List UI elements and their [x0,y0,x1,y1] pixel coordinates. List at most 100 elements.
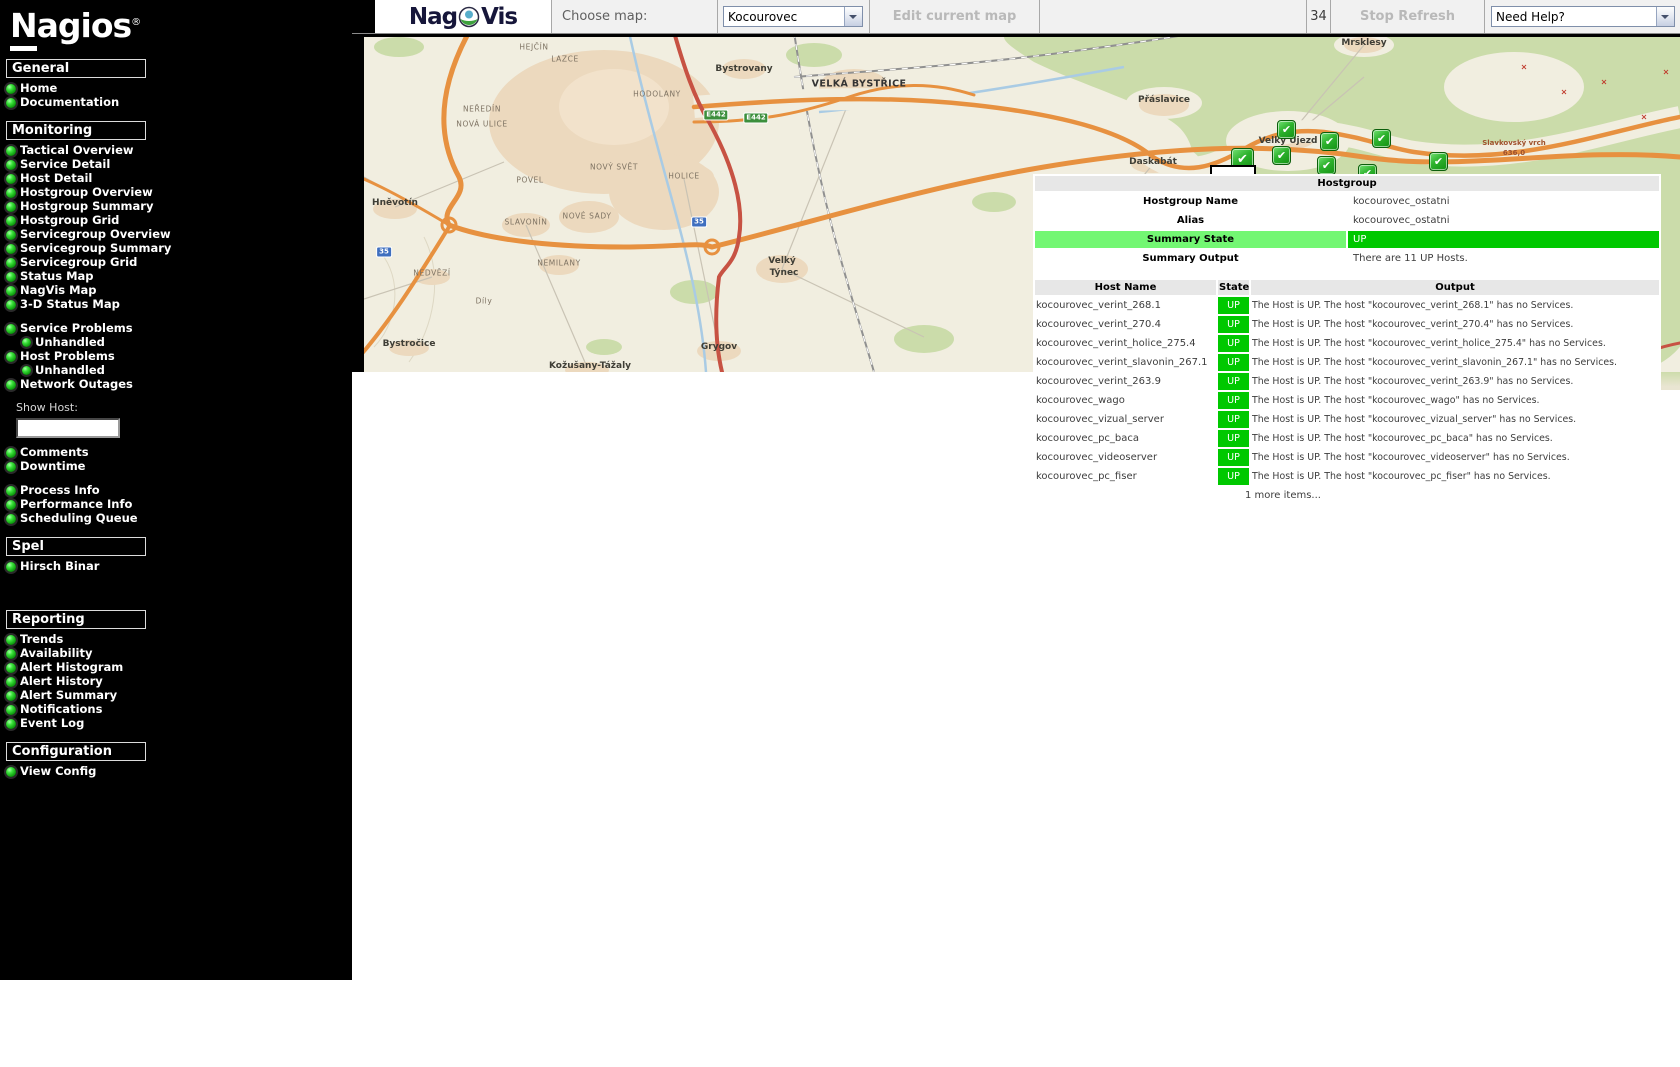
sidebar-item-alert-summary[interactable]: Alert Summary [6,689,352,702]
sidebar-item-label: 3-D Status Map [20,298,120,311]
sidebar-item-servicegroup-overview[interactable]: Servicegroup Overview [6,228,352,241]
header-black-gap [352,0,375,33]
show-host-input[interactable] [16,418,120,438]
nagvis-globe-icon [458,6,480,28]
sidebar-item-label: Process Info [20,484,100,497]
nagios-logo-text: agios [37,6,132,45]
sidebar-item-label: Notifications [20,703,102,716]
host-status-up-icon[interactable]: ✔ [1277,120,1296,139]
host-output-cell: The Host is UP. The host "kocourovec_viz… [1251,411,1659,428]
sidebar-item-label: Servicegroup Overview [20,228,171,241]
green-led-icon [6,230,16,240]
sidebar-item-hostgroup-grid[interactable]: Hostgroup Grid [6,214,352,227]
sidebar-item-availability[interactable]: Availability [6,647,352,660]
sidebar-item-comments[interactable]: Comments [6,446,352,459]
green-led-icon [6,767,16,777]
edit-current-map-button[interactable]: Edit current map [870,0,1040,33]
sidebar-item-alert-history[interactable]: Alert History [6,675,352,688]
sidebar-item-nagvis-map[interactable]: NagVis Map [6,284,352,297]
host-status-up-icon[interactable]: ✔ [1317,156,1336,175]
sidebar-item-hostgroup-summary[interactable]: Hostgroup Summary [6,200,352,213]
green-led-icon [6,272,16,282]
hostgroup-hover-popup: Hostgroup Hostgroup Name kocourovec_osta… [1033,174,1661,510]
nagvis-logo[interactable]: Nag Vis [409,4,517,30]
need-help-value: Need Help? [1492,7,1656,26]
sidebar-item-label: NagVis Map [20,284,97,297]
host-name-header: Host Name [1035,280,1216,295]
green-led-icon [6,635,16,645]
sidebar-item-hirsch-binar[interactable]: Hirsch Binar [6,560,352,573]
green-led-icon [6,244,16,254]
sidebar-item-event-log[interactable]: Event Log [6,717,352,730]
road-shield: E442 [743,113,768,124]
host-status-up-icon[interactable]: ✔ [1429,152,1448,171]
need-help-select[interactable]: Need Help? [1491,6,1675,27]
sidebar-gap [0,312,352,321]
sidebar-item-3-d-status-map[interactable]: 3-D Status Map [6,298,352,311]
sidebar-item-service-detail[interactable]: Service Detail [6,158,352,171]
host-state-cell: UP [1218,392,1249,409]
map-select[interactable]: Kocourovec [723,6,863,27]
host-name-cell: kocourovec_verint_263.9 [1035,373,1216,390]
sidebar-item-process-info[interactable]: Process Info [6,484,352,497]
registered-mark: ® [131,17,140,28]
sidebar-item-view-config[interactable]: View Config [6,765,352,778]
sidebar-item-unhandled[interactable]: Unhandled [22,336,352,349]
nagios-logo[interactable]: Nagios® [0,0,352,47]
dropdown-arrow-icon[interactable] [844,7,862,26]
sidebar-item-label: Home [20,82,57,95]
green-led-icon [6,160,16,170]
green-led-icon [6,84,16,94]
sidebar-item-label: View Config [20,765,96,778]
sidebar-item-alert-histogram[interactable]: Alert Histogram [6,661,352,674]
sidebar-item-label: Hostgroup Summary [20,200,153,213]
sidebar-item-label: Event Log [20,717,84,730]
choose-map-label: Choose map: [552,0,718,33]
green-led-icon [6,216,16,226]
host-state-cell: UP [1218,468,1249,485]
sidebar-item-host-detail[interactable]: Host Detail [6,172,352,185]
popup-title: Hostgroup [1035,176,1659,191]
sidebar-item-unhandled[interactable]: Unhandled [22,364,352,377]
green-led-icon [6,500,16,510]
summary-output-label: Summary Output [1035,250,1346,267]
green-led-icon [22,366,31,375]
sidebar-item-status-map[interactable]: Status Map [6,270,352,283]
sidebar-item-servicegroup-summary[interactable]: Servicegroup Summary [6,242,352,255]
sidebar-item-notifications[interactable]: Notifications [6,703,352,716]
map-right-tail [1661,372,1680,390]
sidebar-item-label: Servicegroup Grid [20,256,137,269]
sidebar-item-home[interactable]: Home [6,82,352,95]
host-output-cell: The Host is UP. The host "kocourovec_pc_… [1251,468,1659,485]
sidebar-item-scheduling-queue[interactable]: Scheduling Queue [6,512,352,525]
green-led-icon [6,705,16,715]
sidebar-item-network-outages[interactable]: Network Outages [6,378,352,391]
sidebar-item-host-problems[interactable]: Host Problems [6,350,352,363]
sidebar-item-servicegroup-grid[interactable]: Servicegroup Grid [6,256,352,269]
green-led-icon [6,691,16,701]
sidebar-item-hostgroup-overview[interactable]: Hostgroup Overview [6,186,352,199]
sidebar-item-documentation[interactable]: Documentation [6,96,352,109]
sidebar-item-label: Tactical Overview [20,144,134,157]
map-select-cell: Kocourovec [718,0,870,33]
sidebar-item-label: Hirsch Binar [20,560,99,573]
sidebar-item-service-problems[interactable]: Service Problems [6,322,352,335]
map-left-gap [352,37,364,372]
sidebar-section-monitoring: Monitoring [6,121,146,140]
sidebar-item-performance-info[interactable]: Performance Info [6,498,352,511]
sidebar-item-downtime[interactable]: Downtime [6,460,352,473]
host-name-cell: kocourovec_verint_268.1 [1035,297,1216,314]
host-status-up-icon[interactable]: ✔ [1320,132,1339,151]
host-state-cell: UP [1218,316,1249,333]
host-name-cell: kocourovec_wago [1035,392,1216,409]
dropdown-arrow-icon[interactable] [1656,7,1674,26]
sidebar-item-trends[interactable]: Trends [6,633,352,646]
sidebar-item-tactical-overview[interactable]: Tactical Overview [6,144,352,157]
stop-refresh-button[interactable]: Stop Refresh [1331,0,1485,33]
host-output-cell: The Host is UP. The host "kocourovec_pc_… [1251,430,1659,447]
host-status-up-icon[interactable]: ✔ [1272,146,1291,165]
host-output-cell: The Host is UP. The host "kocourovec_ver… [1251,316,1659,333]
host-status-up-icon[interactable]: ✔ [1372,129,1391,148]
host-name-cell: kocourovec_verint_holice_275.4 [1035,335,1216,352]
sidebar-item-label: Alert Histogram [20,661,123,674]
